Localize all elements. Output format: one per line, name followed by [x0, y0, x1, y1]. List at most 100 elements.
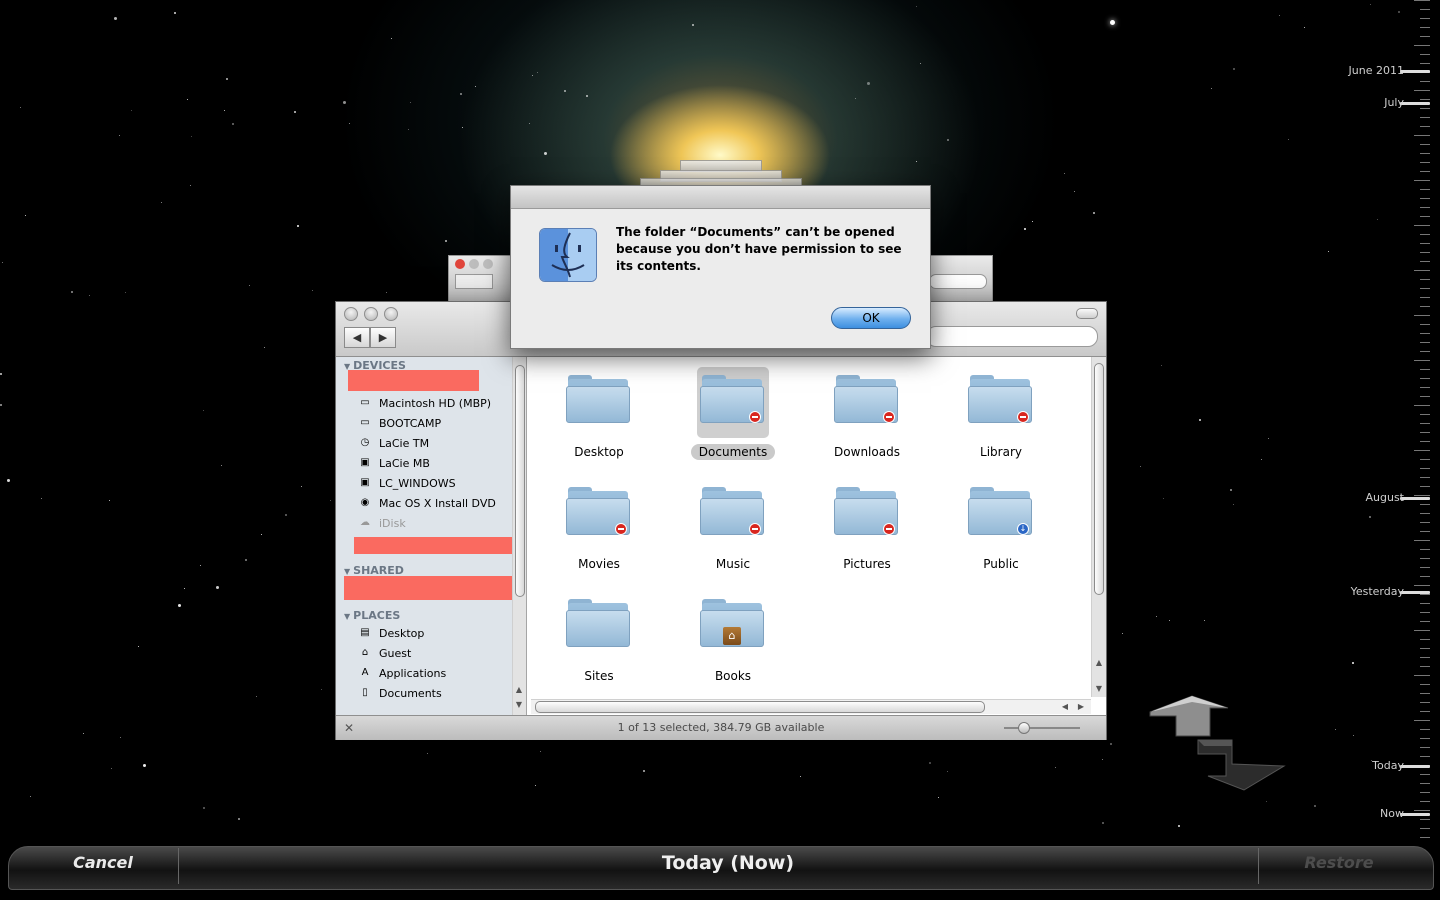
- timeline-tick[interactable]: [1420, 612, 1430, 613]
- timeline-tick[interactable]: [1420, 423, 1430, 424]
- sidebar-item[interactable]: ▯ Documents: [358, 684, 441, 702]
- timeline-tick[interactable]: [1414, 360, 1430, 361]
- finder-window[interactable]: ◀ ▶ ▼ DEVICES ▭ Macintosh HD (MBP) ▭ BOOTCAM…: [335, 301, 1107, 740]
- timeline-tick[interactable]: [1420, 207, 1430, 208]
- timeline-tick[interactable]: [1420, 126, 1430, 127]
- timeline-tick[interactable]: [1420, 828, 1430, 829]
- timeline-tick[interactable]: [1420, 378, 1430, 379]
- timeline-tick[interactable]: [1414, 90, 1430, 91]
- timeline-label[interactable]: July: [1384, 96, 1404, 109]
- timeline-tick[interactable]: [1414, 450, 1430, 451]
- sidebar-item[interactable]: ▭ BOOTCAMP: [358, 414, 441, 432]
- timeline-tick[interactable]: [1420, 18, 1430, 19]
- sidebar-item[interactable]: ▤ Desktop: [358, 624, 424, 642]
- timeline-tick[interactable]: [1420, 504, 1430, 505]
- timeline-mark[interactable]: [1400, 497, 1430, 500]
- sidebar-item[interactable]: ▭ Macintosh HD (MBP): [358, 394, 491, 412]
- scroll-up-icon[interactable]: ▲: [513, 684, 525, 696]
- timeline-tick[interactable]: [1420, 432, 1430, 433]
- forward-in-time-arrow-icon[interactable]: [1197, 739, 1286, 791]
- slider-knob[interactable]: [1018, 722, 1030, 734]
- timeline-tick[interactable]: [1420, 279, 1430, 280]
- sidebar-item[interactable]: ▣ LaCie MB: [358, 454, 430, 472]
- search-input[interactable]: [926, 326, 1098, 347]
- timeline-mark[interactable]: [1400, 813, 1430, 816]
- timeline-tick[interactable]: [1414, 270, 1430, 271]
- sidebar-scrollbar[interactable]: ▲ ▼: [512, 357, 526, 715]
- timeline-tick[interactable]: [1420, 297, 1430, 298]
- timeline-tick[interactable]: [1420, 108, 1430, 109]
- timeline-tick[interactable]: [1414, 540, 1430, 541]
- timeline-tick[interactable]: [1420, 729, 1430, 730]
- timeline-tick[interactable]: [1420, 603, 1430, 604]
- sidebar-item[interactable]: ▣ LC_WINDOWS: [358, 474, 455, 492]
- timeline-tick[interactable]: [1420, 621, 1430, 622]
- timeline-tick[interactable]: [1420, 387, 1430, 388]
- timeline-tick[interactable]: [1420, 441, 1430, 442]
- timeline-tick[interactable]: [1420, 99, 1430, 100]
- timeline-tick[interactable]: [1420, 738, 1430, 739]
- timeline-tick[interactable]: [1420, 513, 1430, 514]
- timeline-tick[interactable]: [1420, 558, 1430, 559]
- content-scrollbar[interactable]: ▲ ▼: [1091, 357, 1106, 697]
- timeline-tick[interactable]: [1420, 486, 1430, 487]
- timeline-label[interactable]: Yesterday: [1351, 585, 1404, 598]
- minimize-button[interactable]: [364, 307, 378, 321]
- scroll-up-icon[interactable]: ▲: [1093, 657, 1105, 669]
- timeline-tick[interactable]: [1414, 225, 1430, 226]
- timeline-tick[interactable]: [1420, 252, 1430, 253]
- timeline-mark[interactable]: [1400, 102, 1430, 105]
- scroll-down-icon[interactable]: ▼: [1093, 683, 1105, 695]
- timeline-tick[interactable]: [1414, 720, 1430, 721]
- timeline-tick[interactable]: [1420, 396, 1430, 397]
- timeline-tick[interactable]: [1414, 135, 1430, 136]
- timeline-tick[interactable]: [1420, 414, 1430, 415]
- timeline-tick[interactable]: [1420, 171, 1430, 172]
- timeline-tick[interactable]: [1420, 693, 1430, 694]
- sidebar-item[interactable]: A Applications: [358, 664, 447, 682]
- scroll-down-icon[interactable]: ▼: [513, 699, 525, 711]
- timeline-tick[interactable]: [1420, 27, 1430, 28]
- folder-item[interactable]: Music: [678, 479, 788, 579]
- timeline-tick[interactable]: [1420, 711, 1430, 712]
- timeline-tick[interactable]: [1414, 630, 1430, 631]
- folder-item[interactable]: Pictures: [812, 479, 922, 579]
- sidebar-scroll-thumb[interactable]: [515, 365, 525, 597]
- timeline-tick[interactable]: [1420, 468, 1430, 469]
- ok-button[interactable]: OK: [831, 307, 911, 329]
- scroll-right-icon[interactable]: ▶: [1075, 701, 1087, 713]
- timeline-tick[interactable]: [1420, 153, 1430, 154]
- icon-size-slider[interactable]: [1004, 722, 1080, 734]
- toolbar-toggle-button[interactable]: [1076, 308, 1098, 319]
- timeline-label[interactable]: August: [1366, 491, 1405, 504]
- back-button[interactable]: ◀: [344, 327, 370, 348]
- folder-item[interactable]: ↓ Public: [946, 479, 1056, 579]
- timeline-tick[interactable]: [1420, 576, 1430, 577]
- sidebar-item[interactable]: ◷ LaCie TM: [358, 434, 429, 452]
- timeline-tick[interactable]: [1420, 144, 1430, 145]
- timeline-tick[interactable]: [1420, 792, 1430, 793]
- timeline-tick[interactable]: [1414, 45, 1430, 46]
- content-scroll-thumb[interactable]: [1094, 363, 1104, 595]
- time-machine-timeline[interactable]: June 2011 July August Yesterday Today Now: [1320, 0, 1440, 840]
- timeline-tick[interactable]: [1420, 774, 1430, 775]
- timeline-tick[interactable]: [1420, 216, 1430, 217]
- folder-item[interactable]: Library: [946, 367, 1056, 467]
- sidebar-item[interactable]: ⌂ Guest: [358, 644, 412, 662]
- timeline-tick[interactable]: [1420, 333, 1430, 334]
- forward-button[interactable]: ▶: [370, 327, 396, 348]
- timeline-tick[interactable]: [1420, 639, 1430, 640]
- timeline-label[interactable]: Now: [1380, 807, 1404, 820]
- timeline-tick[interactable]: [1420, 9, 1430, 10]
- timeline-tick[interactable]: [1420, 648, 1430, 649]
- timeline-mark[interactable]: [1400, 765, 1430, 768]
- folder-item[interactable]: ⌂ Books: [678, 591, 788, 691]
- timeline-tick[interactable]: [1420, 198, 1430, 199]
- timeline-tick[interactable]: [1420, 81, 1430, 82]
- timeline-tick[interactable]: [1414, 0, 1430, 1]
- back-in-time-arrow-icon[interactable]: [1149, 695, 1229, 737]
- timeline-tick[interactable]: [1420, 234, 1430, 235]
- timeline-tick[interactable]: [1414, 315, 1430, 316]
- folder-item[interactable]: Sites: [544, 591, 654, 691]
- timeline-tick[interactable]: [1420, 189, 1430, 190]
